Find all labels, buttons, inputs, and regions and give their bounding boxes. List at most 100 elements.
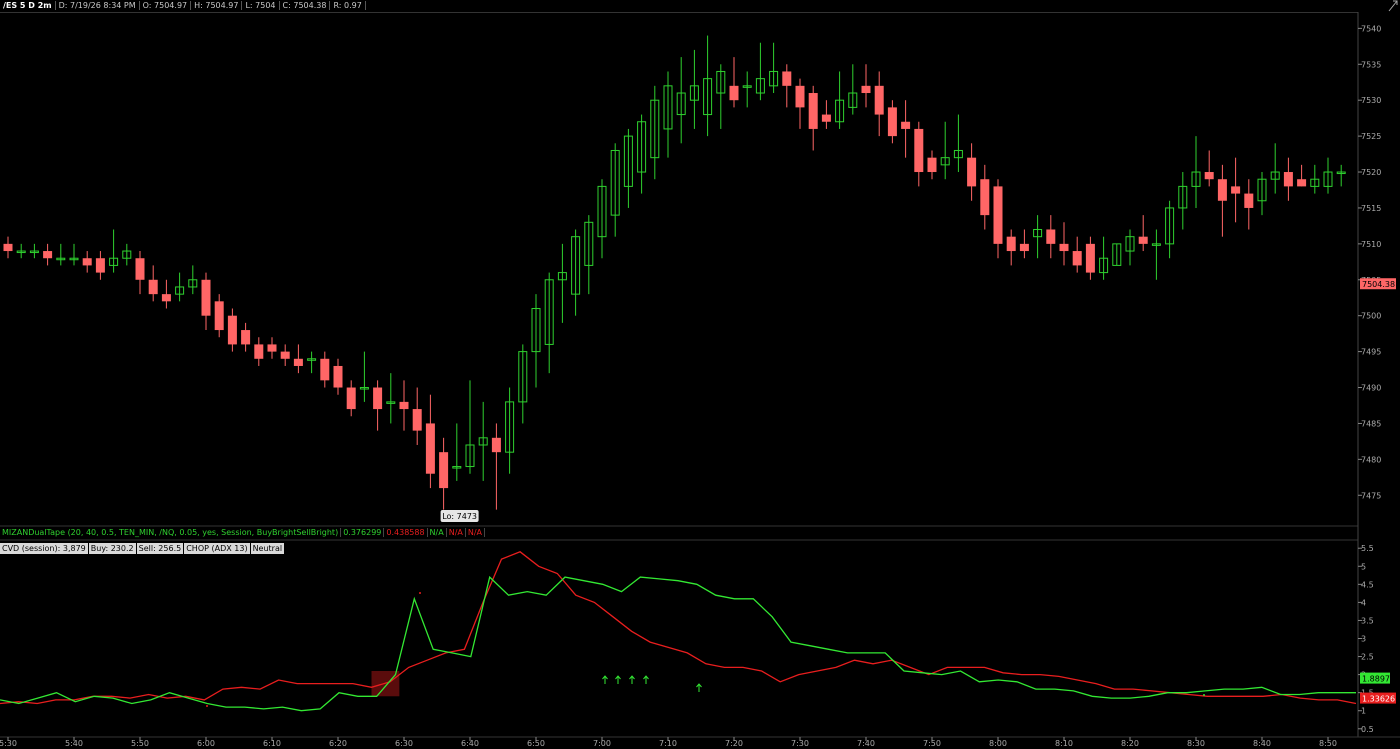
time-tick-label: 7:20 [725, 739, 743, 748]
candle [993, 179, 1003, 259]
candle [188, 265, 198, 295]
study-na-3: N/A [465, 528, 486, 537]
price-tick-label: 7485 [1361, 419, 1381, 428]
indicator-tick-label: 2.5 [1361, 653, 1374, 662]
study-label[interactable]: MIZANDualTape (20, 40, 0.5, TEN_MIN, /NQ… [0, 527, 486, 539]
candle [940, 121, 950, 180]
candle [531, 294, 541, 388]
candle [623, 128, 633, 208]
time-tick-label: 8:20 [1121, 739, 1139, 748]
state-label: Neutral [250, 543, 285, 554]
candle-body [82, 258, 92, 266]
price-tick-label: 7520 [1361, 168, 1381, 177]
candle [1283, 157, 1293, 201]
time-tick-label: 6:10 [263, 739, 281, 748]
candle-body [729, 85, 739, 101]
buy-arrow-icon [602, 675, 608, 684]
candle-body [782, 71, 792, 86]
candle [1244, 179, 1254, 230]
price-tick-label: 7540 [1361, 24, 1381, 33]
time-tick-label: 7:00 [593, 739, 611, 748]
candle-body [1244, 193, 1254, 208]
price-tick-label: 7525 [1361, 132, 1381, 141]
price-tick-label: 7530 [1361, 96, 1381, 105]
candle [835, 71, 845, 129]
indicator-tick-label: 4.5 [1361, 580, 1374, 589]
signal-dot [419, 592, 421, 594]
time-tick-label: 8:50 [1319, 739, 1337, 748]
indicator-info-row: CVD (session): 3,879 Buy: 230.2 Sell: 256.… [0, 543, 285, 555]
candle [610, 143, 620, 237]
candle [584, 215, 594, 295]
candle [373, 380, 383, 431]
time-tick-label: 7:30 [791, 739, 809, 748]
candle-body [1231, 186, 1241, 194]
time-tick-label: 8:30 [1187, 739, 1205, 748]
candle-body [373, 387, 383, 410]
candle [333, 358, 343, 395]
candle [901, 100, 911, 158]
candle [650, 85, 660, 180]
candle [1323, 157, 1333, 194]
candle [452, 423, 462, 481]
current-price-text: 7504.38 [1362, 280, 1395, 289]
candle [16, 243, 26, 259]
price-tick-label: 7490 [1361, 384, 1381, 393]
candle [439, 437, 449, 510]
candle-body [914, 128, 924, 173]
candle [69, 243, 79, 266]
time-tick-label: 5:40 [65, 739, 83, 748]
time-tick-label: 6:20 [329, 739, 347, 748]
study-na-1: N/A [427, 528, 447, 537]
candle-body [980, 179, 990, 216]
buy-label: Buy: 230.2 [88, 543, 136, 554]
candle-body [927, 157, 937, 173]
buy-arrow-icon [629, 675, 635, 684]
candle [795, 78, 805, 129]
candle [135, 251, 145, 295]
candle [716, 64, 726, 129]
red-value-text: 1.33626 [1362, 695, 1395, 704]
time-tick-label: 8:40 [1253, 739, 1271, 748]
candle [663, 71, 673, 158]
indicator-panel [0, 551, 1357, 712]
chop-label: CHOP (ADX 13) [184, 543, 250, 554]
candle [386, 373, 396, 424]
candle [742, 71, 752, 108]
candle [227, 308, 237, 352]
candle [29, 243, 39, 259]
candle [1257, 172, 1267, 216]
candle-body [861, 85, 871, 94]
candle [505, 387, 515, 474]
price-tick-label: 7535 [1361, 60, 1381, 69]
indicator-tick-label: 3.5 [1361, 616, 1374, 625]
candle-body [425, 423, 435, 474]
cvd-label: CVD (session): 3,879 [0, 543, 88, 554]
study-name: MIZANDualTape (20, 40, 0.5, TEN_MIN, /NQ… [0, 528, 342, 537]
signal-dot [1203, 694, 1205, 696]
candle-body [346, 387, 356, 410]
candle-body [241, 330, 251, 345]
candle-body [1006, 236, 1016, 252]
indicator-tick-label: 5 [1361, 562, 1366, 571]
chart-canvas[interactable]: Lo: 7473 7540 7535 7530 7525 7520 7515 7510 750… [0, 0, 1400, 749]
time-tick-label: 8:00 [989, 739, 1007, 748]
candle [1178, 172, 1188, 230]
candle [56, 243, 66, 266]
candle-body [148, 279, 158, 295]
candle [518, 344, 528, 424]
candle [267, 337, 277, 359]
time-tick-label: 7:50 [923, 739, 941, 748]
candle [293, 344, 303, 374]
candle [491, 423, 501, 510]
candle-body [320, 358, 330, 381]
candle [1059, 222, 1069, 266]
indicator-tick-label: 3 [1361, 635, 1366, 644]
candle-body [439, 452, 449, 489]
candle-body [1072, 251, 1082, 266]
cvd-red-line [0, 551, 1357, 705]
candle [703, 35, 713, 137]
candle [821, 100, 831, 129]
time-tick-label: 5:30 [0, 739, 17, 748]
candle-body [267, 344, 277, 352]
